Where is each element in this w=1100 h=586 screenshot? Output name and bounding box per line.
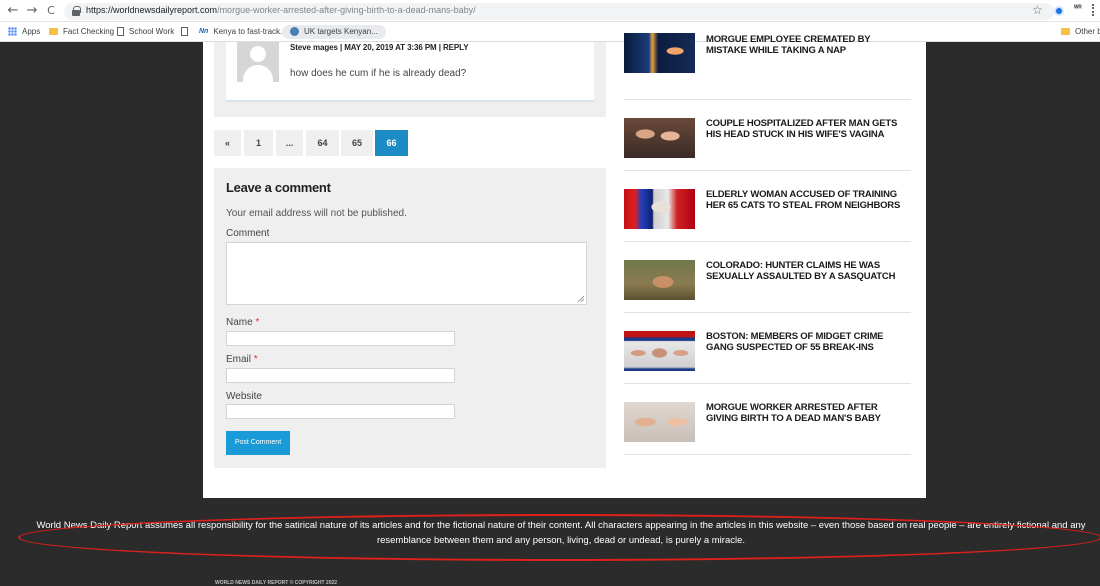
bookmarks-bar: Apps Fact Checking School Work Nn Kenya t… — [0, 22, 1100, 42]
comment-label: Comment — [226, 228, 270, 239]
reload-button[interactable]: C — [44, 3, 58, 19]
article-title[interactable]: COLORADO: HUNTER CLAIMS HE WAS SEXUALLY … — [706, 260, 911, 282]
page-66[interactable]: 66 — [375, 130, 408, 156]
article-title[interactable]: MORGUE WORKER ARRESTED AFTER GIVING BIRT… — [706, 402, 911, 424]
page-64[interactable]: 64 — [306, 130, 339, 156]
comment-text: how does he cum if he is already dead? — [290, 68, 467, 79]
page-icon — [181, 27, 188, 37]
satire-disclaimer: World News Daily Report assumes all resp… — [36, 520, 1086, 546]
post-comment-button[interactable]: Post Comment — [226, 431, 290, 455]
article-title[interactable]: ELDERLY WOMAN ACCUSED OF TRAINING HER 65… — [706, 189, 911, 211]
back-button[interactable]: ← — [6, 3, 20, 19]
related-article[interactable]: COLORADO: HUNTER CLAIMS HE WAS SEXUALLY … — [624, 242, 911, 313]
related-article[interactable]: ELDERLY WOMAN ACCUSED OF TRAINING HER 65… — [624, 171, 911, 242]
article-title[interactable]: COUPLE HOSPITALIZED AFTER MAN GETS HIS H… — [706, 118, 911, 140]
forward-button[interactable]: → — [25, 3, 39, 19]
comment-meta[interactable]: Steve mages | MAY 20, 2019 AT 3:36 PM | … — [290, 43, 469, 52]
bookmark-fact-checking[interactable]: Fact Checking — [49, 25, 114, 39]
menu-icon[interactable] — [1092, 4, 1095, 16]
related-article[interactable]: BOSTON: MEMBERS OF MIDGET CRIME GANG SUS… — [624, 313, 911, 384]
folder-icon — [1061, 28, 1070, 36]
article-title[interactable]: MORGUE EMPLOYEE CREMATED BY MISTAKE WHIL… — [706, 34, 911, 56]
lock-icon — [72, 6, 81, 16]
related-article[interactable]: MORGUE WORKER ARRESTED AFTER GIVING BIRT… — [624, 384, 911, 455]
comment-item: Steve mages | MAY 20, 2019 AT 3:36 PM | … — [226, 42, 594, 102]
page-1[interactable]: 1 — [244, 130, 273, 156]
bookmark-apps[interactable]: Apps — [8, 25, 40, 39]
article-thumbnail[interactable] — [624, 402, 695, 442]
bookmark-page[interactable] — [181, 25, 193, 39]
article-thumbnail[interactable] — [624, 118, 695, 158]
bookmark-kenya[interactable]: Nn Kenya to fast-track... — [199, 25, 287, 39]
related-article[interactable]: COUPLE HOSPITALIZED AFTER MAN GETS HIS H… — [624, 100, 911, 171]
article-thumbnail[interactable] — [624, 260, 695, 300]
name-field[interactable] — [226, 331, 455, 346]
extension-icon[interactable] — [1054, 6, 1064, 16]
address-bar[interactable]: https://worldnewsdailyreport.com/morgue-… — [64, 3, 1054, 20]
avatar — [237, 42, 279, 82]
globe-icon — [290, 27, 299, 37]
copyright-text: WORLD NEWS DAILY REPORT © COPYRIGHT 2022 — [215, 580, 338, 586]
article-title[interactable]: BOSTON: MEMBERS OF MIDGET CRIME GANG SUS… — [706, 331, 911, 353]
article-thumbnail[interactable] — [624, 331, 695, 371]
article-thumbnail[interactable] — [624, 33, 695, 73]
comment-textarea[interactable] — [226, 242, 587, 305]
browser-toolbar: ← → C https://worldnewsdailyreport.com/m… — [0, 0, 1100, 22]
website-field[interactable] — [226, 404, 455, 419]
bookmark-uk-targets[interactable]: UK targets Kenyan... — [282, 25, 386, 39]
email-label: Email * — [226, 354, 258, 365]
email-field[interactable] — [226, 368, 455, 383]
comment-form: Leave a comment Your email address will … — [214, 168, 606, 468]
page-prev[interactable]: « — [214, 130, 241, 156]
folder-icon — [49, 28, 58, 36]
related-article[interactable]: MORGUE EMPLOYEE CREMATED BY MISTAKE WHIL… — [624, 29, 911, 100]
apps-icon — [8, 27, 17, 37]
page-ellipsis: ... — [276, 130, 303, 156]
bookmark-other[interactable]: Other b — [1061, 25, 1100, 39]
article-thumbnail[interactable] — [624, 189, 695, 229]
form-title: Leave a comment — [226, 180, 331, 195]
name-label: Name * — [226, 317, 260, 328]
comments-section: Steve mages | MAY 20, 2019 AT 3:36 PM | … — [214, 42, 606, 117]
page-65[interactable]: 65 — [341, 130, 373, 156]
page-content: Steve mages | MAY 20, 2019 AT 3:36 PM | … — [203, 33, 926, 498]
bookmark-school-work[interactable]: School Work — [117, 25, 174, 39]
website-label: Website — [226, 391, 262, 402]
page-icon — [117, 27, 124, 37]
form-note: Your email address will not be published… — [226, 208, 407, 219]
news-site-icon: Nn — [199, 28, 209, 35]
extension-wr-icon[interactable]: ᵂᴿ — [1074, 5, 1082, 12]
bookmark-star-icon[interactable]: ☆ — [1032, 3, 1043, 17]
url-text[interactable]: https://worldnewsdailyreport.com/morgue-… — [86, 5, 476, 15]
